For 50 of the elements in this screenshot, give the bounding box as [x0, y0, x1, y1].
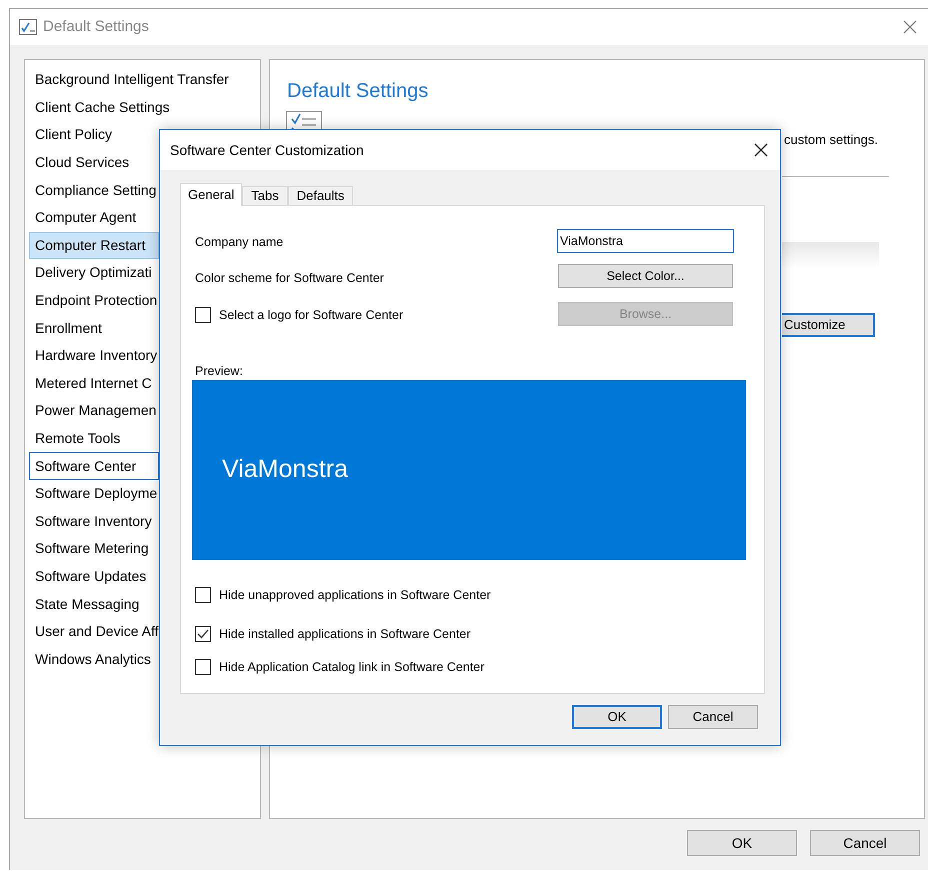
- list-item[interactable]: State Messaging: [29, 590, 159, 618]
- list-item[interactable]: Compliance Setting: [29, 176, 162, 204]
- list-item[interactable]: Software Metering: [29, 535, 159, 563]
- checkbox-label: Hide Application Catalog link in Software Center: [219, 658, 484, 676]
- list-item[interactable]: Power Managemen: [29, 397, 162, 425]
- list-item[interactable]: Endpoint Protection: [29, 286, 164, 314]
- company-name-field[interactable]: ViaMonstra: [557, 229, 734, 253]
- checkbox[interactable]: [195, 587, 211, 604]
- list-item[interactable]: Remote Tools: [29, 424, 159, 452]
- list-item[interactable]: Client Cache Settings: [29, 94, 176, 122]
- field-label: Color scheme for Software Center: [195, 270, 384, 287]
- list-item[interactable]: Windows Analytics: [29, 645, 159, 674]
- window-title: Default Settings: [43, 16, 149, 37]
- list-item[interactable]: Software Updates: [29, 562, 159, 590]
- checkbox-label: Select a logo for Software Center: [219, 307, 404, 324]
- dialog-button[interactable]: Cancel: [668, 705, 758, 729]
- tab[interactable]: General: [180, 183, 242, 206]
- tab[interactable]: Defaults: [288, 186, 354, 206]
- checkbox[interactable]: [195, 626, 211, 642]
- checklist-icon: [19, 19, 37, 35]
- select-color-button[interactable]: Select Color...: [558, 264, 733, 288]
- list-item[interactable]: Background Intelligent Transfer: [29, 66, 235, 94]
- company-name-text: ViaMonstra: [222, 454, 348, 486]
- list-item[interactable]: Software Center: [29, 452, 159, 480]
- customize-button[interactable]: Customize: [782, 313, 875, 337]
- list-item[interactable]: Delivery Optimizati: [29, 259, 159, 287]
- list-item[interactable]: Client Policy: [29, 121, 159, 149]
- dialog-button[interactable]: Cancel: [810, 830, 920, 856]
- checkbox-label: Hide unapproved applications in Software Center: [219, 587, 491, 604]
- dialog-title: Software Center Customization: [170, 140, 364, 160]
- checkbox-label: Hide installed applications in Software Center: [219, 626, 471, 643]
- list-item[interactable]: Software Deployme: [29, 480, 164, 508]
- list-item[interactable]: Hardware Inventory: [29, 342, 164, 370]
- list-item[interactable]: Enrollment: [29, 314, 159, 342]
- dialog-button[interactable]: OK: [687, 830, 797, 856]
- close-icon[interactable]: [754, 143, 768, 157]
- list-item[interactable]: Computer Agent: [29, 204, 159, 232]
- checkbox[interactable]: [195, 658, 211, 675]
- field-label: Company name: [195, 234, 284, 251]
- tab[interactable]: Tabs: [242, 186, 288, 206]
- preview-label: Preview:: [195, 363, 243, 380]
- description-text: custom settings.: [784, 131, 878, 149]
- list-item[interactable]: Software Inventory: [29, 508, 159, 536]
- page-heading: Default Settings: [287, 79, 428, 104]
- list-item[interactable]: Computer Restart: [29, 232, 159, 260]
- checkmark-icon: [197, 629, 209, 640]
- checkbox[interactable]: [195, 307, 211, 324]
- dialog-button[interactable]: OK: [572, 705, 662, 729]
- list-item[interactable]: Metered Internet C: [29, 370, 159, 398]
- list-item[interactable]: Cloud Services: [29, 148, 159, 176]
